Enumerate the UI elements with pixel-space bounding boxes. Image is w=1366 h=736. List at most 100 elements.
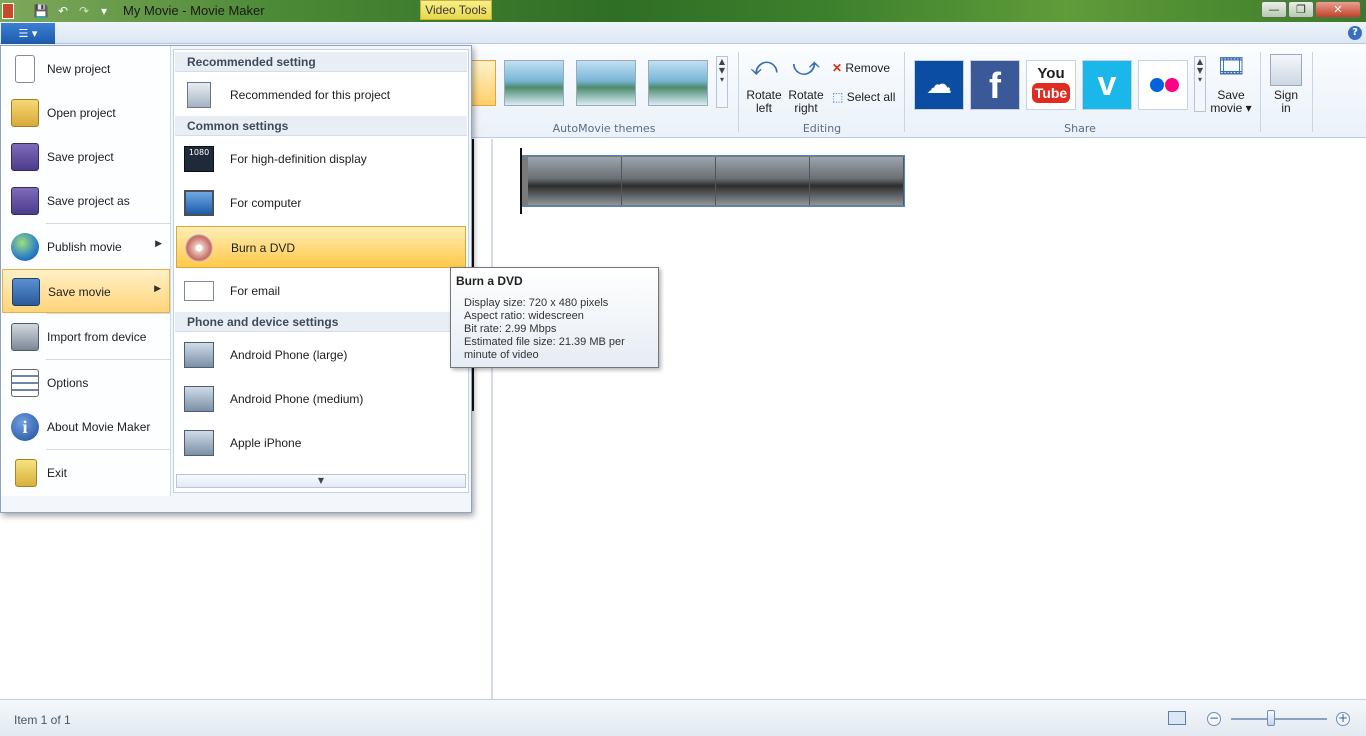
film-icon <box>12 278 40 306</box>
menu-item-save-project[interactable]: Save project <box>2 135 170 179</box>
rotate-left-icon[interactable]: ⤺ <box>746 52 782 83</box>
save-movie-button[interactable]: Save movie ▾ <box>1208 89 1254 115</box>
tooltip-line: Aspect ratio: widescreen <box>464 310 584 322</box>
window-title: My Movie - Movie Maker <box>123 3 265 18</box>
theme-gallery-scroll[interactable]: ▲ ▼ ▾ <box>716 56 728 108</box>
submenu-arrow-icon: ▶ <box>155 239 162 249</box>
status-text: Item 1 of 1 <box>14 713 71 727</box>
maximize-button[interactable]: ❐ <box>1288 1 1314 18</box>
theme-thumbnail[interactable] <box>504 60 564 106</box>
save-movie-icon[interactable]: 🎞 <box>1216 52 1246 80</box>
select-all-icon: ⬚ <box>832 90 844 104</box>
phone-camera-icon <box>184 430 214 456</box>
phone-camera-icon <box>184 386 214 412</box>
status-bar: Item 1 of 1 − + <box>0 699 1366 736</box>
menu-item-publish-movie[interactable]: Publish movie ▶ <box>2 225 170 269</box>
vimeo-icon: v <box>1097 65 1117 103</box>
save-icon[interactable]: 💾 <box>33 3 49 19</box>
email-envelope-icon <box>184 281 214 301</box>
app-icon[interactable] <box>2 3 14 19</box>
onedrive-button[interactable]: ☁ <box>914 60 964 110</box>
submenu-item-android-medium[interactable]: Android Phone (medium) <box>176 378 466 420</box>
undo-icon[interactable]: ↶ <box>55 3 71 19</box>
minimize-button[interactable]: — <box>1261 1 1287 18</box>
video-clip[interactable] <box>521 155 905 207</box>
submenu-item-recommended[interactable]: Recommended for this project <box>176 74 466 116</box>
help-icon[interactable]: ? <box>1348 26 1362 40</box>
user-avatar-icon[interactable] <box>1270 54 1302 86</box>
video-tools-context-tab: Video Tools <box>420 0 492 20</box>
new-document-icon <box>15 55 35 83</box>
facebook-icon: f <box>989 65 1001 106</box>
redo-icon[interactable]: ↷ <box>76 3 92 19</box>
group-separator <box>904 52 905 132</box>
aspect-ratio-icon[interactable] <box>1168 711 1186 725</box>
tooltip-line: Estimated file size: 21.39 MB per <box>464 336 625 348</box>
menu-item-exit[interactable]: Exit <box>2 451 170 495</box>
playhead[interactable] <box>520 148 522 214</box>
save-as-icon <box>11 187 39 215</box>
group-separator <box>738 52 739 132</box>
submenu-item-apple-iphone[interactable]: Apple iPhone <box>176 422 466 464</box>
cloud-icon: ☁ <box>926 70 952 100</box>
submenu-item-android-large[interactable]: Android Phone (large) <box>176 334 466 376</box>
dvd-disc-icon <box>185 234 213 262</box>
menu-item-save-movie[interactable]: Save movie ▶ <box>2 269 170 313</box>
youtube-icon-bottom: Tube <box>1032 83 1070 103</box>
flickr-icon <box>1150 78 1164 92</box>
remove-button[interactable]: ✕ Remove <box>832 61 890 75</box>
info-icon: i <box>11 413 39 441</box>
save-disk-icon <box>11 143 39 171</box>
menu-item-open-project[interactable]: Open project <box>2 91 170 135</box>
zoom-out-button[interactable]: − <box>1207 712 1221 726</box>
title-bar: 💾 ↶ ↷ ▾ My Movie - Movie Maker Video Too… <box>0 0 1366 22</box>
menu-separator <box>46 449 170 450</box>
zoom-slider-track[interactable] <box>1231 718 1327 720</box>
customize-toolbar-icon[interactable]: ▾ <box>96 3 112 19</box>
flickr-button[interactable] <box>1138 60 1188 110</box>
group-separator <box>1312 52 1313 132</box>
submenu-item-hd-display[interactable]: 1080 For high-definition display <box>176 138 466 180</box>
group-separator <box>1260 52 1261 132</box>
theme-thumbnail[interactable] <box>468 60 496 106</box>
group-label-share: Share <box>1064 122 1096 135</box>
rotate-left-button[interactable]: Rotate left <box>742 89 786 115</box>
submenu-item-burn-dvd[interactable]: Burn a DVD <box>176 226 466 268</box>
remove-icon: ✕ <box>832 61 843 75</box>
pane-splitter[interactable] <box>491 139 493 699</box>
menu-item-about[interactable]: i About Movie Maker <box>2 405 170 449</box>
facebook-button[interactable]: f <box>970 60 1020 110</box>
share-gallery-scroll[interactable]: ▲ ▼ ▾ <box>1194 56 1206 112</box>
menu-item-import-from-device[interactable]: Import from device <box>2 315 170 359</box>
menu-item-new-project[interactable]: New project <box>2 47 170 91</box>
zoom-in-button[interactable]: + <box>1336 712 1350 726</box>
file-menu-button[interactable]: ☰ ▾ <box>1 23 55 45</box>
exit-door-icon <box>15 459 37 487</box>
rotate-right-icon[interactable]: ⤻ <box>788 52 824 83</box>
save-movie-submenu: Recommended setting Recommended for this… <box>173 49 469 493</box>
menu-separator <box>46 313 170 314</box>
recommended-settings-icon <box>187 82 211 108</box>
theme-thumbnail[interactable] <box>576 60 636 106</box>
menu-item-save-project-as[interactable]: Save project as <box>2 179 170 223</box>
youtube-button[interactable]: You Tube <box>1026 60 1076 110</box>
group-label-editing: Editing <box>802 122 842 135</box>
clip-frame <box>528 157 622 205</box>
zoom-slider-thumb[interactable] <box>1267 710 1275 726</box>
menu-item-options[interactable]: Options <box>2 361 170 405</box>
submenu-scroll-down[interactable]: ▼ <box>176 474 466 488</box>
sign-in-button[interactable]: Sign in <box>1264 89 1308 115</box>
phone-camera-icon <box>184 342 214 368</box>
tooltip-burn-dvd: Burn a DVD Display size: 720 x 480 pixel… <box>450 267 659 368</box>
submenu-item-computer[interactable]: For computer <box>176 182 466 224</box>
theme-thumbnail[interactable] <box>648 60 708 106</box>
globe-icon <box>11 233 39 261</box>
tooltip-line: Bit rate: 2.99 Mbps <box>464 323 557 335</box>
clip-frame <box>622 157 716 205</box>
rotate-right-button[interactable]: Rotate right <box>784 89 828 115</box>
close-button[interactable]: ✕ <box>1315 1 1361 18</box>
select-all-button[interactable]: ⬚ Select all <box>832 90 895 104</box>
tooltip-title: Burn a DVD <box>456 274 523 288</box>
submenu-item-email[interactable]: For email <box>176 270 466 312</box>
vimeo-button[interactable]: v <box>1082 60 1132 110</box>
